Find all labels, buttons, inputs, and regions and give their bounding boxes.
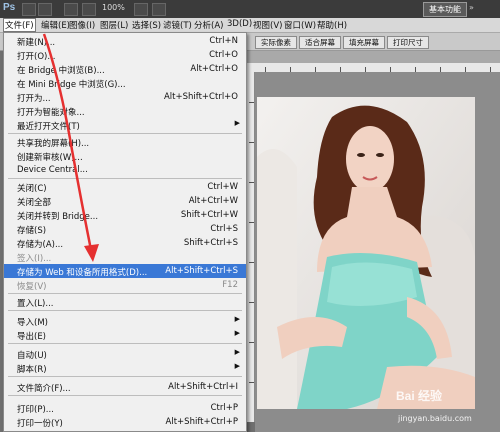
annotation-arrow [42, 33, 99, 262]
watermark-logo: Bai 经验 [396, 389, 443, 403]
watermark-url: jingyan.baidu.com [398, 414, 472, 423]
